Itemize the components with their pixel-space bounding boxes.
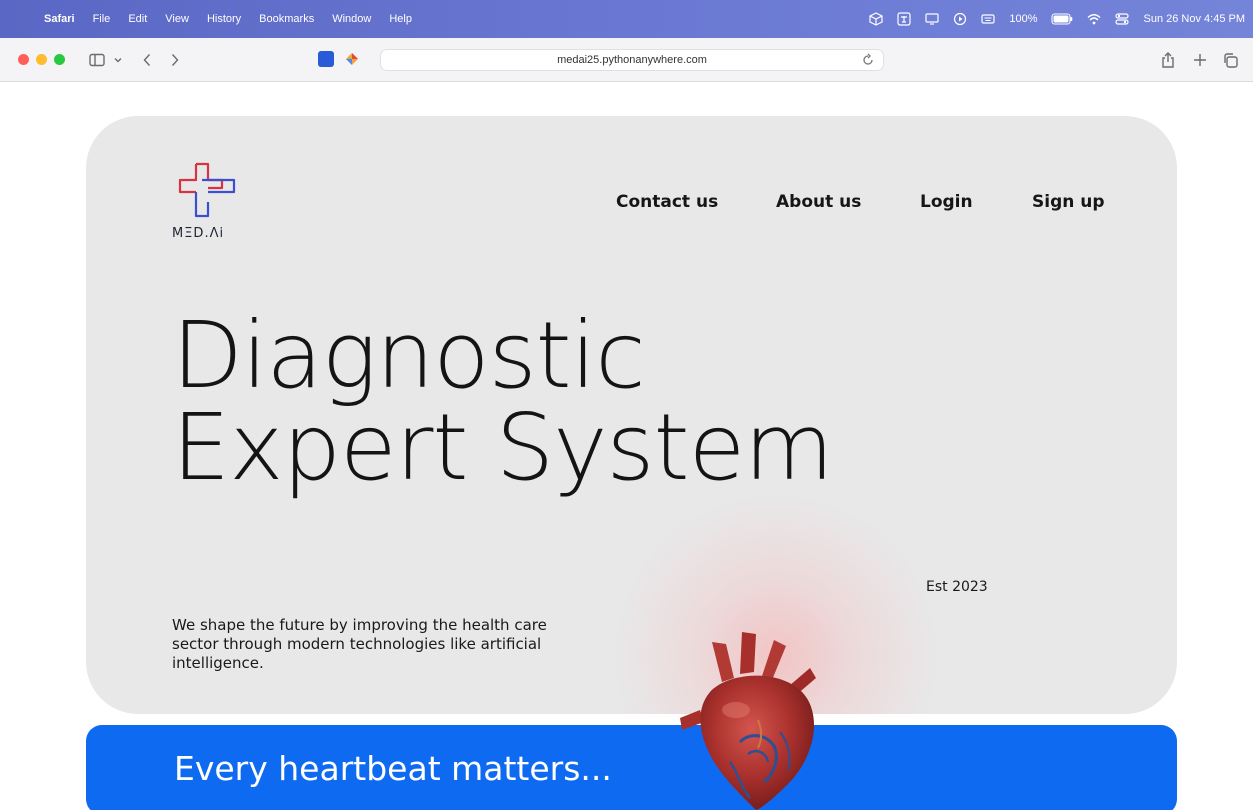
new-tab-icon[interactable] <box>1192 50 1208 70</box>
menu-bar: Safari File Edit View History Bookmarks … <box>0 0 1253 38</box>
hero-headline: Diagnostic Expert System <box>172 302 834 501</box>
sidebar-toggle-icon[interactable] <box>88 50 106 70</box>
package-icon[interactable] <box>869 12 883 26</box>
menu-bar-clock[interactable]: Sun 26 Nov 4:45 PM <box>1143 13 1245 25</box>
logo-wordmark[interactable]: MΞD.Λi <box>172 226 224 241</box>
established-year: Est 2023 <box>926 579 988 595</box>
close-window-button[interactable] <box>18 54 29 65</box>
keyboard-icon[interactable] <box>981 12 995 26</box>
extension-shield-icon[interactable] <box>318 51 334 67</box>
share-icon[interactable] <box>1160 50 1176 70</box>
menu-view[interactable]: View <box>165 13 189 25</box>
web-page: MΞD.Λi Contact us About us Login Sign up… <box>0 82 1253 810</box>
control-center-icon[interactable] <box>1115 12 1130 26</box>
zoom-window-button[interactable] <box>54 54 65 65</box>
translate-icon[interactable] <box>897 12 911 26</box>
browser-toolbar: medai25.pythonanywhere.com <box>0 38 1253 82</box>
heartbeat-banner: Every heartbeat matters... <box>86 725 1177 810</box>
back-icon[interactable] <box>140 50 154 70</box>
nav-login[interactable]: Login <box>920 192 973 212</box>
menu-file[interactable]: File <box>93 13 111 25</box>
menu-bookmarks[interactable]: Bookmarks <box>259 13 314 25</box>
extension-diamond-icon[interactable] <box>345 52 359 66</box>
reload-icon[interactable] <box>861 53 875 67</box>
hero-headline-line-2: Expert System <box>172 394 834 501</box>
display-icon[interactable] <box>925 12 939 26</box>
menu-help[interactable]: Help <box>389 13 412 25</box>
heart-illustration <box>670 622 840 810</box>
sidebar-menu-chevron-down-icon[interactable] <box>113 50 123 70</box>
menu-history[interactable]: History <box>207 13 241 25</box>
tab-overview-icon[interactable] <box>1222 50 1238 70</box>
forward-icon[interactable] <box>168 50 182 70</box>
nav-about-us[interactable]: About us <box>776 192 861 212</box>
window-controls <box>18 54 65 65</box>
address-bar-url: medai25.pythonanywhere.com <box>557 54 707 66</box>
address-bar[interactable]: medai25.pythonanywhere.com <box>380 49 884 71</box>
hero-tagline: We shape the future by improving the hea… <box>172 616 547 672</box>
nav-sign-up[interactable]: Sign up <box>1032 192 1105 212</box>
wifi-icon[interactable] <box>1087 12 1101 26</box>
battery-icon[interactable] <box>1051 12 1073 26</box>
nav-contact-us[interactable]: Contact us <box>616 192 718 212</box>
minimize-window-button[interactable] <box>36 54 47 65</box>
battery-percent: 100% <box>1009 13 1038 25</box>
hero-section: MΞD.Λi Contact us About us Login Sign up… <box>86 116 1177 714</box>
menu-edit[interactable]: Edit <box>128 13 147 25</box>
hero-headline-line-1: Diagnostic <box>172 302 646 409</box>
menu-app-safari[interactable]: Safari <box>44 13 75 25</box>
menu-window[interactable]: Window <box>332 13 371 25</box>
play-circle-icon[interactable] <box>953 12 967 26</box>
banner-text: Every heartbeat matters... <box>174 749 612 788</box>
